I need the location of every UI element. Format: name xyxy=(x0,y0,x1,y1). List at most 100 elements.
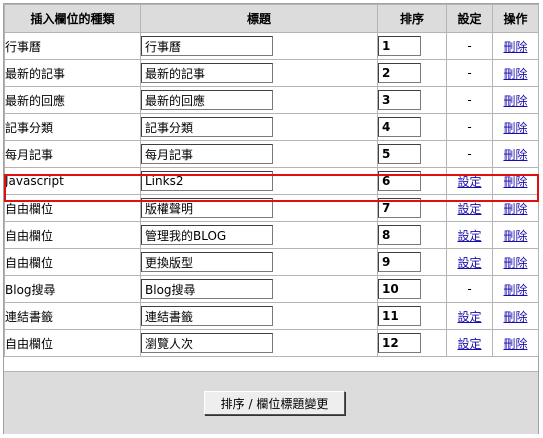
widget-order-input[interactable] xyxy=(378,117,421,137)
order-cell xyxy=(377,248,447,276)
widget-type: 最新的記事 xyxy=(4,59,141,87)
order-cell xyxy=(377,113,447,141)
widget-type: 連結書籤 xyxy=(4,302,141,330)
settings-cell: - xyxy=(446,113,493,141)
delete-link[interactable]: 刪除 xyxy=(503,229,527,243)
widget-order-input[interactable] xyxy=(378,333,421,353)
delete-link[interactable]: 刪除 xyxy=(503,40,527,54)
settings-cell: - xyxy=(446,59,493,87)
action-cell: 刪除 xyxy=(492,59,539,87)
widget-order-input[interactable] xyxy=(378,306,421,326)
widget-title-input[interactable] xyxy=(141,171,273,191)
order-cell xyxy=(377,86,447,114)
widget-type: 最新的回應 xyxy=(4,86,141,114)
widget-title-input[interactable] xyxy=(141,90,273,110)
order-cell xyxy=(377,275,447,303)
delete-link[interactable]: 刪除 xyxy=(503,202,527,216)
settings-cell: - xyxy=(446,86,493,114)
settings-cell: 設定 xyxy=(446,248,493,276)
delete-link[interactable]: 刪除 xyxy=(503,148,527,162)
widget-settings-panel: 插入欄位的種類 標題 排序 設定 操作 行事曆-刪除最新的記事-刪除最新的回應-… xyxy=(3,3,539,434)
table-header-row: 插入欄位的種類 標題 排序 設定 操作 xyxy=(4,4,539,33)
widget-type: Javascript xyxy=(4,167,141,195)
widget-title-input[interactable] xyxy=(141,225,273,245)
widget-title-input[interactable] xyxy=(141,306,273,326)
delete-link[interactable]: 刪除 xyxy=(503,121,527,135)
delete-link[interactable]: 刪除 xyxy=(503,283,527,297)
action-cell: 刪除 xyxy=(492,221,539,249)
order-cell xyxy=(377,194,447,222)
action-cell: 刪除 xyxy=(492,275,539,303)
widget-order-input[interactable] xyxy=(378,63,421,83)
widget-type: 自由欄位 xyxy=(4,329,141,357)
action-cell: 刪除 xyxy=(492,140,539,168)
settings-cell: 設定 xyxy=(446,329,493,357)
title-cell xyxy=(140,113,378,141)
widget-order-input[interactable] xyxy=(378,279,421,299)
title-cell xyxy=(140,302,378,330)
settings-cell: 設定 xyxy=(446,302,493,330)
widget-title-input[interactable] xyxy=(141,333,273,353)
table-row: Blog搜尋 - 刪除 xyxy=(4,275,539,303)
table-row: 最新的記事 - 刪除 xyxy=(4,59,539,87)
delete-link[interactable]: 刪除 xyxy=(503,256,527,270)
table-row: 每月記事 - 刪除 xyxy=(4,140,539,168)
widget-type: 自由欄位 xyxy=(4,194,141,222)
widget-type: 自由欄位 xyxy=(4,248,141,276)
widget-title-input[interactable] xyxy=(141,252,273,272)
widget-title-input[interactable] xyxy=(141,63,273,83)
widget-order-input[interactable] xyxy=(378,144,421,164)
widget-order-input[interactable] xyxy=(378,90,421,110)
widget-title-input[interactable] xyxy=(141,36,273,56)
update-order-title-button[interactable]: 排序 / 欄位標題變更 xyxy=(204,391,345,415)
table-row: 行事曆 - 刪除 xyxy=(4,32,539,60)
delete-link[interactable]: 刪除 xyxy=(503,337,527,351)
widget-type: 自由欄位 xyxy=(4,221,141,249)
title-cell xyxy=(140,275,378,303)
settings-link[interactable]: 設定 xyxy=(457,337,481,351)
settings-unavailable: - xyxy=(467,147,472,161)
settings-link[interactable]: 設定 xyxy=(457,310,481,324)
title-cell xyxy=(140,86,378,114)
settings-cell: - xyxy=(446,140,493,168)
delete-link[interactable]: 刪除 xyxy=(503,175,527,189)
title-cell xyxy=(140,329,378,357)
widget-order-input[interactable] xyxy=(378,225,421,245)
title-cell xyxy=(140,221,378,249)
settings-link[interactable]: 設定 xyxy=(457,202,481,216)
widget-type: 記事分類 xyxy=(4,113,141,141)
widget-title-input[interactable] xyxy=(141,279,273,299)
settings-cell: 設定 xyxy=(446,167,493,195)
order-cell xyxy=(377,32,447,60)
settings-link[interactable]: 設定 xyxy=(457,175,481,189)
widget-type: 行事曆 xyxy=(4,32,141,60)
widget-order-input[interactable] xyxy=(378,36,421,56)
widget-title-input[interactable] xyxy=(141,144,273,164)
order-cell xyxy=(377,329,447,357)
widget-order-input[interactable] xyxy=(378,198,421,218)
order-cell xyxy=(377,302,447,330)
table-row: Javascript 設定 刪除 xyxy=(4,167,539,195)
table-row: 自由欄位 設定 刪除 xyxy=(4,221,539,249)
settings-link[interactable]: 設定 xyxy=(457,256,481,270)
delete-link[interactable]: 刪除 xyxy=(503,94,527,108)
settings-link[interactable]: 設定 xyxy=(457,229,481,243)
widget-title-input[interactable] xyxy=(141,117,273,137)
column-header-order: 排序 xyxy=(377,4,447,33)
delete-link[interactable]: 刪除 xyxy=(503,67,527,81)
widget-title-input[interactable] xyxy=(141,198,273,218)
table-row: 自由欄位 設定 刪除 xyxy=(4,194,539,222)
widget-table: 插入欄位的種類 標題 排序 設定 操作 行事曆-刪除最新的記事-刪除最新的回應-… xyxy=(4,4,539,357)
widget-order-input[interactable] xyxy=(378,252,421,272)
action-cell: 刪除 xyxy=(492,329,539,357)
table-row: 記事分類 - 刪除 xyxy=(4,113,539,141)
order-cell xyxy=(377,221,447,249)
title-cell xyxy=(140,59,378,87)
action-cell: 刪除 xyxy=(492,248,539,276)
action-cell: 刪除 xyxy=(492,86,539,114)
widget-order-input[interactable] xyxy=(378,171,421,191)
delete-link[interactable]: 刪除 xyxy=(503,310,527,324)
table-row: 連結書籤 設定 刪除 xyxy=(4,302,539,330)
column-header-type: 插入欄位的種類 xyxy=(4,4,141,33)
order-cell xyxy=(377,140,447,168)
